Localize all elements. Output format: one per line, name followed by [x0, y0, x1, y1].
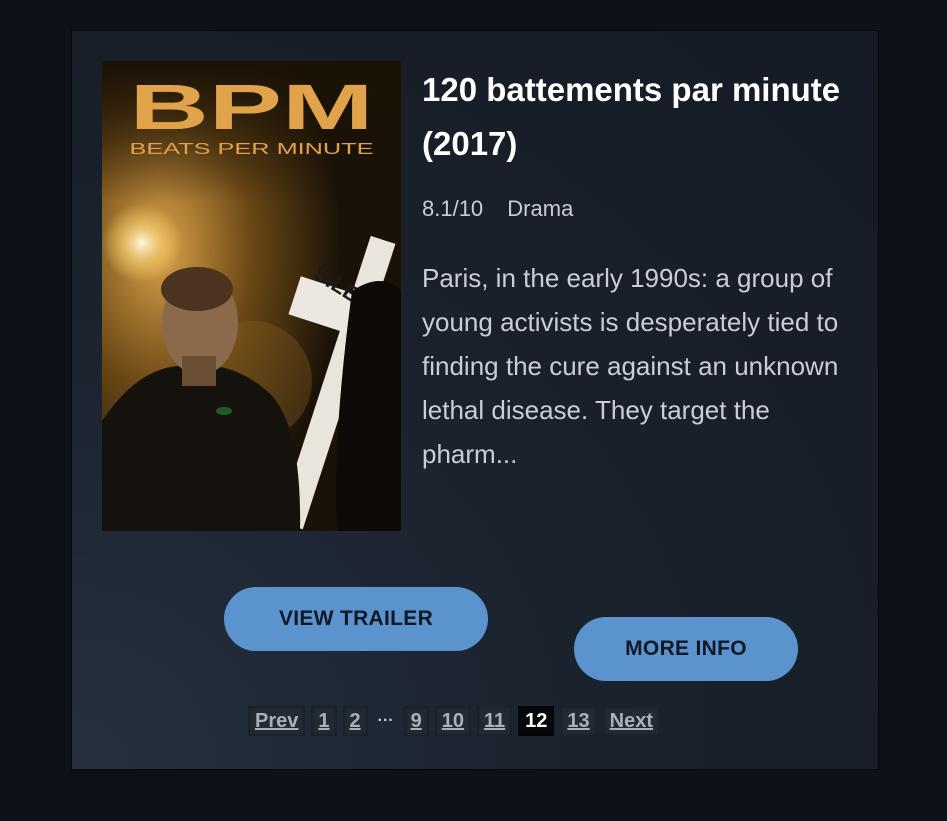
pagination-current-page: 12 — [518, 706, 555, 736]
view-trailer-button[interactable]: VIEW TRAILER — [224, 587, 488, 651]
movie-info: 120 battements par minute (2017) 8.1/10 … — [422, 61, 852, 476]
poster-logo: BPM — [130, 71, 374, 143]
movie-title: 120 battements par minute (2017) — [422, 71, 841, 162]
pagination-page-2[interactable]: 2 — [342, 706, 368, 736]
pagination-next[interactable]: Next — [602, 706, 660, 736]
pagination-page-13[interactable]: 13 — [560, 706, 597, 736]
movie-rating: 8.1/10 — [422, 196, 484, 221]
movie-meta: 8.1/10 Drama — [422, 196, 852, 222]
movie-card: SILENCE=M BPM BEATS PER MINUTE 120 batte… — [71, 30, 879, 770]
movie-poster[interactable]: SILENCE=M BPM BEATS PER MINUTE — [102, 61, 401, 531]
pagination-ellipsis: ··· — [377, 712, 394, 729]
action-buttons: VIEW TRAILER MORE INFO — [224, 587, 798, 681]
pagination-page-1[interactable]: 1 — [311, 706, 337, 736]
movie-genre: Drama — [507, 196, 574, 221]
pagination-page-11[interactable]: 11 — [476, 706, 513, 736]
poster-image: SILENCE=M BPM BEATS PER MINUTE — [102, 61, 401, 531]
pagination-page-10[interactable]: 10 — [434, 706, 471, 736]
poster-tagline: BEATS PER MINUTE — [130, 141, 374, 158]
more-info-button[interactable]: MORE INFO — [574, 617, 798, 681]
pagination: Prev 1 2 ··· 9 10 11 12 13 Next — [248, 706, 660, 736]
movie-description: Paris, in the early 1990s: a group of yo… — [422, 263, 839, 469]
pagination-prev[interactable]: Prev — [248, 706, 306, 736]
pagination-page-9[interactable]: 9 — [403, 706, 429, 736]
